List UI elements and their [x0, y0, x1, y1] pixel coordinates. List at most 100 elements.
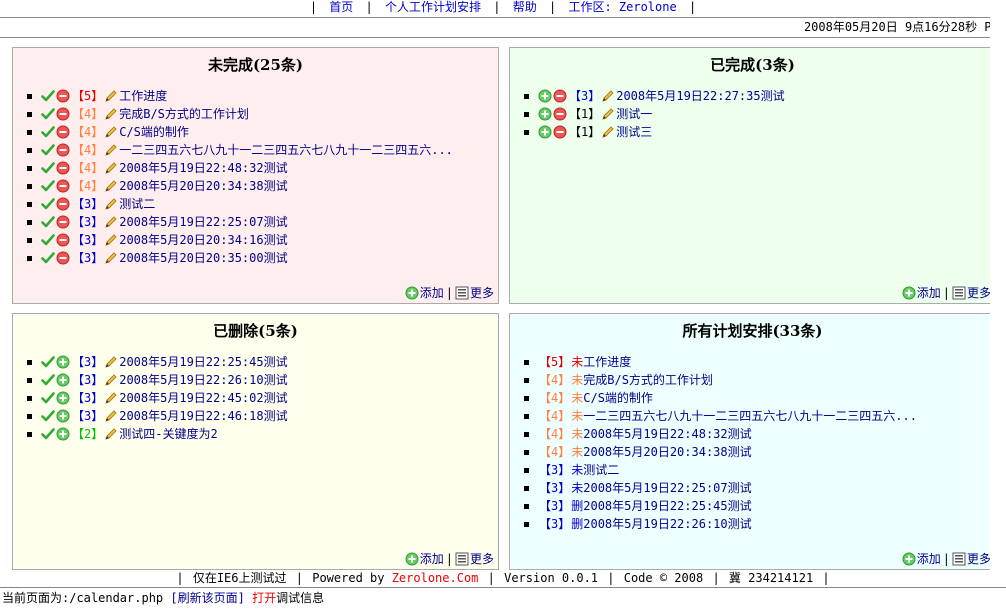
task-link[interactable]: 工作进度: [119, 87, 167, 105]
delete-icon[interactable]: [553, 107, 567, 121]
add-task-link[interactable]: 添加: [405, 284, 444, 301]
delete-icon[interactable]: [56, 161, 70, 175]
task-link[interactable]: 2008年5月19日22:25:45测试: [583, 497, 751, 515]
task-link[interactable]: 2008年5月19日22:26:10测试: [583, 515, 751, 533]
edit-icon[interactable]: [104, 143, 118, 157]
priority-badge: 【5】: [72, 89, 104, 103]
edit-icon[interactable]: [601, 89, 615, 103]
edit-icon[interactable]: [104, 427, 118, 441]
complete-icon[interactable]: [41, 107, 55, 121]
delete-icon[interactable]: [56, 215, 70, 229]
complete-icon[interactable]: [41, 251, 55, 265]
add-task-link[interactable]: 添加: [902, 550, 941, 567]
complete-icon[interactable]: [41, 373, 55, 387]
task-link[interactable]: 工作进度: [583, 353, 631, 371]
task-link[interactable]: 测试二: [119, 195, 155, 213]
complete-icon[interactable]: [41, 409, 55, 423]
priority-badge: 【3】: [72, 391, 104, 405]
task-link[interactable]: 测试一: [616, 105, 652, 123]
complete-icon[interactable]: [41, 179, 55, 193]
delete-icon[interactable]: [56, 107, 70, 121]
open-debug-link[interactable]: 打开: [252, 591, 276, 605]
restore-icon[interactable]: [56, 409, 70, 423]
complete-icon[interactable]: [41, 89, 55, 103]
edit-icon[interactable]: [104, 373, 118, 387]
complete-icon[interactable]: [41, 427, 55, 441]
delete-icon[interactable]: [553, 89, 567, 103]
restore-icon[interactable]: [56, 355, 70, 369]
restore-icon[interactable]: [538, 107, 552, 121]
edit-icon[interactable]: [104, 409, 118, 423]
complete-icon[interactable]: [41, 391, 55, 405]
priority-badge: 【1】: [569, 107, 601, 121]
restore-icon[interactable]: [538, 125, 552, 139]
more-tasks-link[interactable]: 更多: [455, 284, 494, 301]
task-link[interactable]: 2008年5月19日22:48:32测试: [583, 425, 751, 443]
more-tasks-link[interactable]: 更多: [952, 284, 991, 301]
delete-icon[interactable]: [56, 125, 70, 139]
complete-icon[interactable]: [41, 215, 55, 229]
refresh-page-link[interactable]: [刷新该页面]: [170, 591, 244, 605]
task-link[interactable]: 测试二: [583, 461, 619, 479]
task-link[interactable]: C/S端的制作: [119, 123, 189, 141]
restore-icon[interactable]: [56, 391, 70, 405]
delete-icon[interactable]: [56, 143, 70, 157]
more-tasks-link[interactable]: 更多: [455, 550, 494, 567]
task-link[interactable]: 2008年5月19日22:27:35测试: [616, 87, 784, 105]
task-link[interactable]: 2008年5月19日22:26:10测试: [119, 371, 287, 389]
edit-icon[interactable]: [104, 215, 118, 229]
footer-brand-link[interactable]: Zerolone.Com: [392, 571, 479, 585]
task-link[interactable]: 2008年5月19日22:48:32测试: [119, 159, 287, 177]
edit-icon[interactable]: [104, 125, 118, 139]
task-link[interactable]: 2008年5月19日22:45:02测试: [119, 389, 287, 407]
more-tasks-link[interactable]: 更多: [952, 550, 991, 567]
delete-icon[interactable]: [56, 197, 70, 211]
delete-icon[interactable]: [56, 179, 70, 193]
task-link[interactable]: 测试四-关键度为2: [119, 425, 217, 443]
edit-icon[interactable]: [104, 107, 118, 121]
complete-icon[interactable]: [41, 233, 55, 247]
edit-icon[interactable]: [104, 233, 118, 247]
task-link[interactable]: 2008年5月19日22:25:45测试: [119, 353, 287, 371]
task-link[interactable]: 2008年5月20日20:34:38测试: [583, 443, 751, 461]
nav-link-home[interactable]: 首页: [329, 0, 353, 14]
task-link[interactable]: 一二三四五六七八九十一二三四五六七八九十一二三四五六...: [119, 141, 453, 159]
task-link[interactable]: 2008年5月20日20:34:38测试: [119, 177, 287, 195]
task-link[interactable]: 完成B/S方式的工作计划: [583, 371, 713, 389]
task-link[interactable]: 2008年5月19日22:25:07测试: [583, 479, 751, 497]
complete-icon[interactable]: [41, 161, 55, 175]
nav-link-help[interactable]: 帮助: [513, 0, 537, 14]
complete-icon[interactable]: [41, 197, 55, 211]
restore-icon[interactable]: [56, 427, 70, 441]
edit-icon[interactable]: [104, 179, 118, 193]
restore-icon[interactable]: [56, 373, 70, 387]
task-link[interactable]: 一二三四五六七八九十一二三四五六七八九十一二三四五六...: [583, 407, 917, 425]
complete-icon[interactable]: [41, 125, 55, 139]
add-task-link[interactable]: 添加: [902, 284, 941, 301]
edit-icon[interactable]: [601, 107, 615, 121]
complete-icon[interactable]: [41, 355, 55, 369]
task-link[interactable]: C/S端的制作: [583, 389, 653, 407]
edit-icon[interactable]: [104, 391, 118, 405]
task-link[interactable]: 2008年5月20日20:34:16测试: [119, 231, 287, 249]
edit-icon[interactable]: [104, 197, 118, 211]
add-task-link[interactable]: 添加: [405, 550, 444, 567]
edit-icon[interactable]: [104, 251, 118, 265]
delete-icon[interactable]: [56, 251, 70, 265]
delete-icon[interactable]: [553, 125, 567, 139]
edit-icon[interactable]: [104, 161, 118, 175]
delete-icon[interactable]: [56, 233, 70, 247]
delete-icon[interactable]: [56, 89, 70, 103]
task-link[interactable]: 测试三: [616, 123, 652, 141]
task-link[interactable]: 完成B/S方式的工作计划: [119, 105, 249, 123]
edit-icon[interactable]: [104, 355, 118, 369]
task-link[interactable]: 2008年5月20日20:35:00测试: [119, 249, 287, 267]
edit-icon[interactable]: [601, 125, 615, 139]
restore-icon[interactable]: [538, 89, 552, 103]
complete-icon[interactable]: [41, 143, 55, 157]
edit-icon[interactable]: [104, 89, 118, 103]
task-link[interactable]: 2008年5月19日22:46:18测试: [119, 407, 287, 425]
nav-link-work-plan[interactable]: 个人工作计划安排: [385, 0, 481, 14]
scrollbar[interactable]: [990, 17, 1006, 570]
task-link[interactable]: 2008年5月19日22:25:07测试: [119, 213, 287, 231]
